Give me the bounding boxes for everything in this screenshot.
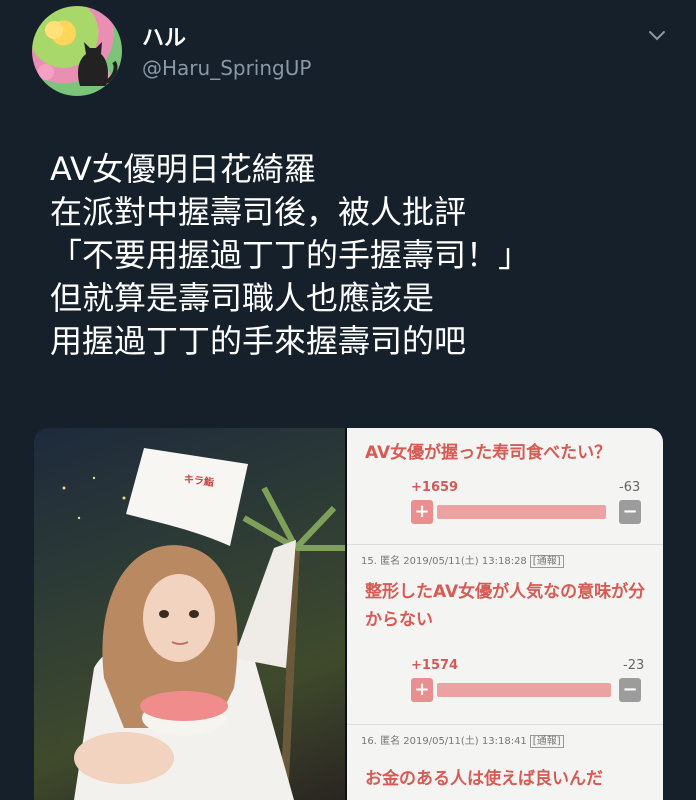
comment-text: お金のある人は使えば良いんだ bbox=[365, 769, 603, 789]
tweet-text: AV女優明日花綺羅 在派對中握壽司後，被人批評 「不要用握過丁丁的手握壽司！」 … bbox=[50, 148, 670, 363]
vote-plus-button[interactable]: + bbox=[411, 500, 433, 524]
comment-timestamp: 15. 匿名 2019/05/11(土) 13:18:28 bbox=[361, 556, 527, 567]
display-name[interactable]: ハル bbox=[142, 20, 186, 52]
vote-ratio-bar bbox=[437, 505, 606, 519]
divider bbox=[347, 544, 663, 545]
comment-meta: 16. 匿名 2019/05/11(土) 13:18:41 [通報] bbox=[361, 732, 564, 748]
sushi-chef-photo: キラ鮨 bbox=[34, 428, 345, 800]
comment-screenshot: AV女優が握った寿司食べたい？ +1659 -63 + − 15. 匿名 201… bbox=[347, 428, 663, 800]
report-link[interactable]: [通報] bbox=[529, 555, 564, 568]
minus-count: -23 bbox=[623, 658, 645, 673]
comment-meta: 15. 匿名 2019/05/11(土) 13:18:28 [通報] bbox=[361, 552, 564, 568]
plus-count: +1659 bbox=[411, 480, 459, 495]
avatar[interactable] bbox=[32, 6, 122, 96]
vote-minus-button[interactable]: − bbox=[619, 500, 641, 524]
tweet-card: ハル @Haru_SpringUP AV女優明日花綺羅 在派對中握壽司後，被人批… bbox=[0, 0, 696, 800]
tweet-line: 「不要用握過丁丁的手握壽司！」 bbox=[50, 236, 531, 274]
comment-timestamp: 16. 匿名 2019/05/11(土) 13:18:41 bbox=[361, 736, 527, 747]
user-handle[interactable]: @Haru_SpringUP bbox=[142, 56, 311, 80]
tweet-line: AV女優明日花綺羅 bbox=[50, 150, 316, 188]
chevron-down-icon[interactable] bbox=[644, 22, 670, 48]
cat-silhouette-icon bbox=[38, 21, 118, 86]
report-link[interactable]: [通報] bbox=[529, 735, 564, 748]
comment-text: 整形したAV女優が人気なの意味が分からない bbox=[365, 582, 646, 630]
tweet-media[interactable]: キラ鮨 AV女優が握った寿司食べたい？ +1659 -63 + − 15. 匿名… bbox=[34, 428, 663, 800]
comment-text: AV女優が握った寿司食べたい？ bbox=[365, 443, 612, 463]
tweet-line: 在派對中握壽司後，被人批評 bbox=[50, 193, 467, 231]
divider bbox=[347, 724, 663, 725]
tweet-line: 但就算是壽司職人也應該是 bbox=[50, 279, 435, 317]
plus-count: +1574 bbox=[411, 658, 459, 673]
vote-ratio-bar bbox=[437, 683, 611, 697]
minus-count: -63 bbox=[619, 480, 641, 495]
vote-plus-button[interactable]: + bbox=[411, 678, 433, 702]
tweet-line: 用握過丁丁的手來握壽司的吧 bbox=[50, 322, 467, 360]
vote-minus-button[interactable]: − bbox=[619, 678, 641, 702]
